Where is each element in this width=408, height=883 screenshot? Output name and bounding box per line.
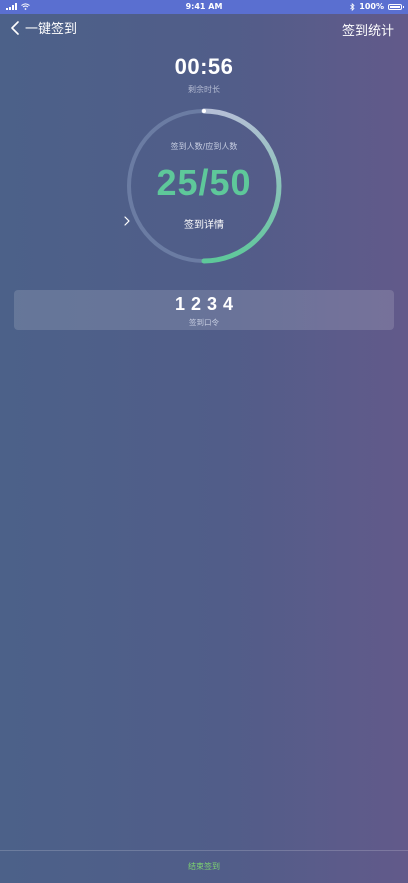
bottom-bar: 结束签到 <box>0 850 408 883</box>
status-right-icons: 100% <box>350 2 404 11</box>
back-button[interactable]: 一键签到 <box>10 18 77 37</box>
chevron-left-icon <box>11 20 19 35</box>
nav-bar: 一键签到 签到统计 <box>0 14 408 44</box>
status-bar: 9:41 AM 100% <box>0 0 408 14</box>
battery-icon <box>388 3 404 10</box>
checkin-password-code: 1234 <box>174 294 240 314</box>
progress-caption: 签到人数/应到人数 <box>170 142 238 151</box>
battery-percent: 100% <box>359 2 384 11</box>
checkin-password-label: 签到口令 <box>189 318 219 327</box>
checkin-count: 25/50 <box>156 162 252 203</box>
page-title: 一键签到 <box>25 22 78 37</box>
checkin-detail-label: 签到详情 <box>184 220 224 231</box>
countdown-timer: 00:56 <box>174 54 234 79</box>
statistics-button[interactable]: 签到统计 <box>342 20 394 39</box>
countdown-label: 剩余时长 <box>188 85 220 94</box>
bluetooth-icon <box>350 2 355 11</box>
chevron-right-icon <box>124 216 130 226</box>
progress-ring: 签到人数/应到人数 25/50 签到详情 <box>124 106 284 266</box>
status-time: 9:41 AM <box>185 2 223 11</box>
checkin-password-card: 1234 签到口令 <box>14 290 394 330</box>
end-checkin-button[interactable]: 结束签到 <box>0 861 408 872</box>
checkin-detail-link[interactable]: 签到详情 <box>124 216 284 231</box>
progress-ring-start-dot <box>202 109 206 113</box>
